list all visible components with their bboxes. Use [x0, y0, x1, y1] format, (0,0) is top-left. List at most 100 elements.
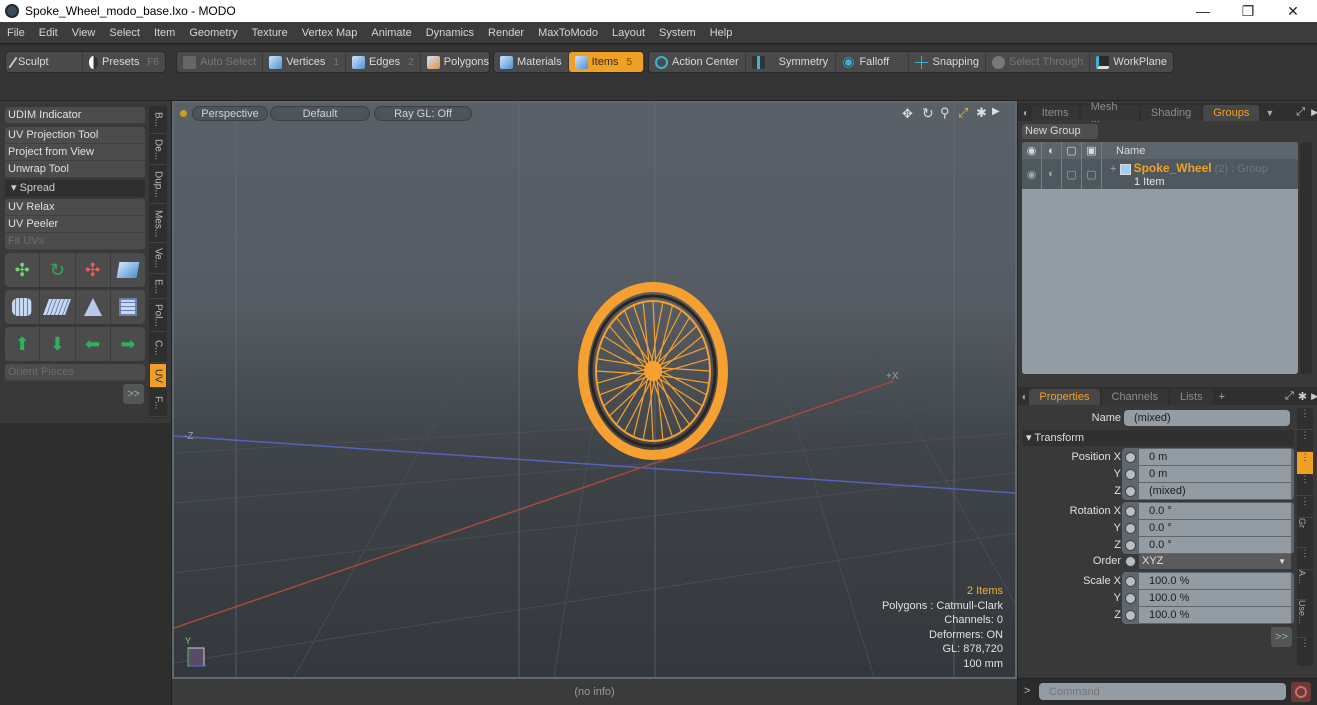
udim-indicator-button[interactable]: UDIM Indicator — [5, 107, 145, 124]
rotation-x-field[interactable]: 0.0 ° — [1139, 503, 1291, 519]
tab-mesh[interactable]: Mesh ... — [1080, 101, 1139, 125]
scale-z-field[interactable]: 100.0 % — [1139, 607, 1291, 623]
maximize-properties-icon[interactable]: ⤢ — [1285, 390, 1294, 403]
select-col-icon[interactable]: ▣ — [1082, 142, 1102, 159]
order-key-icon[interactable] — [1125, 556, 1136, 567]
align-left-button[interactable]: ⬅ — [76, 327, 111, 361]
vtab-duplicate[interactable]: Dup... — [150, 166, 166, 204]
position-y-field[interactable]: 0 m — [1139, 466, 1291, 482]
vtab-edge[interactable]: E... — [150, 275, 166, 299]
symmetry-button[interactable]: Symmetry — [746, 52, 837, 72]
tab-groups[interactable]: Groups — [1203, 105, 1260, 121]
new-group-button[interactable]: New Group — [1022, 124, 1098, 139]
expand-icon[interactable]: + — [1110, 163, 1116, 175]
scale-y-key-icon[interactable] — [1125, 593, 1136, 604]
menu-system[interactable]: System — [652, 27, 703, 39]
side-tab-7[interactable]: ⋮ — [1297, 548, 1313, 570]
uv-cylindrical-button[interactable] — [5, 290, 41, 324]
spoke-wheel-model[interactable] — [578, 282, 728, 460]
vtab-vertex[interactable]: Ve... — [150, 244, 166, 274]
menu-texture[interactable]: Texture — [245, 27, 295, 39]
side-tab-4[interactable]: ⋮ — [1297, 474, 1313, 496]
falloff-button[interactable]: Falloff — [836, 52, 910, 72]
viewport-more-icon[interactable]: ▶ — [992, 106, 1000, 117]
fit-view-icon[interactable]: ⤢ — [958, 105, 968, 121]
row-select-toggle[interactable]: ▢ — [1082, 159, 1102, 189]
spread-section-header[interactable]: ▾ Spread — [5, 180, 145, 197]
maximize-button[interactable]: ❐ — [1225, 0, 1271, 22]
shading-dropdown[interactable]: Default — [270, 106, 370, 121]
menu-item[interactable]: Item — [147, 27, 182, 39]
transform-section-header[interactable]: ▾ Transform — [1022, 430, 1294, 446]
zoom-view-icon[interactable]: ⚲ — [940, 105, 950, 121]
position-z-field[interactable]: (mixed) — [1139, 483, 1291, 499]
menu-layout[interactable]: Layout — [605, 27, 652, 39]
tab-shading[interactable]: Shading — [1140, 105, 1202, 121]
rotation-z-field[interactable]: 0.0 ° — [1139, 537, 1291, 553]
scale-x-field[interactable]: 100.0 % — [1139, 573, 1291, 589]
uv-rotate-tool-button[interactable]: ↻ — [40, 253, 76, 287]
side-tab-5[interactable]: ⋮ — [1297, 496, 1313, 518]
rotation-x-key-icon[interactable] — [1125, 506, 1136, 517]
menu-animate[interactable]: Animate — [364, 27, 418, 39]
tabs-dropdown-icon[interactable]: ▼ — [1265, 108, 1274, 118]
viewport-options-dot[interactable] — [180, 110, 187, 117]
unwrap-tool-button[interactable]: Unwrap Tool — [5, 161, 145, 178]
pan-icon[interactable]: ✥ — [902, 106, 913, 122]
position-y-key-icon[interactable] — [1125, 469, 1136, 480]
position-x-field[interactable]: 0 m — [1139, 449, 1291, 465]
properties-more-icon[interactable]: ▶ — [1311, 391, 1317, 402]
tab-lists[interactable]: Lists — [1169, 389, 1213, 405]
uv-planar-button[interactable] — [40, 290, 76, 324]
project-from-view-button[interactable]: Project from View — [5, 144, 145, 161]
scale-y-field[interactable]: 100.0 % — [1139, 590, 1291, 606]
side-tab-user[interactable]: Use... — [1297, 600, 1307, 638]
properties-menu-icon[interactable]: ◖ — [1018, 389, 1029, 405]
panel-menu-icon[interactable]: ◖ — [1018, 105, 1032, 121]
render-col-icon[interactable]: ◐ — [1042, 142, 1062, 159]
menu-dynamics[interactable]: Dynamics — [419, 27, 481, 39]
action-center-button[interactable]: Action Center — [649, 52, 746, 72]
vtab-uv[interactable]: UV — [150, 364, 166, 388]
more-tools-button[interactable]: >> — [123, 384, 144, 404]
rotation-y-key-icon[interactable] — [1125, 523, 1136, 534]
workplane-button[interactable]: WorkPlane — [1090, 52, 1173, 72]
rotate-view-icon[interactable]: ↻ — [922, 105, 934, 122]
uv-perspective-button[interactable] — [76, 290, 111, 324]
polygons-button[interactable]: Polygons — [421, 52, 495, 72]
auto-select-button[interactable]: Auto Select — [177, 52, 264, 72]
fit-uvs-button[interactable]: Fit UVs — [5, 233, 145, 250]
side-tab-a[interactable]: A... — [1297, 570, 1307, 600]
minimize-button[interactable]: — — [1180, 0, 1226, 22]
menu-vertex-map[interactable]: Vertex Map — [295, 27, 365, 39]
position-z-key-icon[interactable] — [1125, 486, 1136, 497]
rotation-order-dropdown[interactable]: XYZ ▼ — [1139, 554, 1291, 569]
uv-move-tool-button[interactable]: ✣ — [5, 253, 41, 287]
vtab-polygon[interactable]: Pol... — [150, 300, 166, 332]
visibility-col-icon[interactable]: ◉ — [1022, 142, 1042, 159]
maximize-panel-icon[interactable]: ⤢ — [1296, 106, 1305, 119]
menu-view[interactable]: View — [65, 27, 103, 39]
select-through-button[interactable]: Select Through — [986, 52, 1091, 72]
close-button[interactable]: ✕ — [1270, 0, 1316, 22]
side-tab-gr[interactable]: Gr — [1297, 518, 1307, 548]
3d-viewport[interactable]: -Z +X Y Perspective Default Ray GL: Off … — [172, 101, 1017, 679]
uv-projection-tool-button[interactable]: UV Projection Tool — [5, 127, 145, 144]
lock-col-icon[interactable]: ▢ — [1062, 142, 1082, 159]
more-properties-button[interactable]: >> — [1271, 627, 1292, 647]
orient-pieces-button[interactable]: Orient Pieces — [5, 364, 145, 381]
menu-file[interactable]: File — [0, 27, 32, 39]
align-down-button[interactable]: ⬇ — [40, 327, 76, 361]
uv-box-button[interactable] — [111, 290, 145, 324]
scale-z-key-icon[interactable] — [1125, 610, 1136, 621]
command-input[interactable] — [1039, 683, 1286, 700]
vtab-deform[interactable]: De... — [150, 135, 166, 165]
add-tab-button[interactable]: + — [1219, 391, 1225, 403]
vtab-fusion[interactable]: F... — [150, 389, 166, 417]
position-x-key-icon[interactable] — [1125, 452, 1136, 463]
row-visibility-toggle[interactable]: ◉ — [1022, 159, 1042, 189]
tab-properties[interactable]: Properties — [1029, 389, 1100, 405]
align-up-button[interactable]: ⬆ — [5, 327, 41, 361]
tab-items[interactable]: Items — [1031, 105, 1079, 121]
groups-scrollbar[interactable] — [1300, 142, 1312, 374]
